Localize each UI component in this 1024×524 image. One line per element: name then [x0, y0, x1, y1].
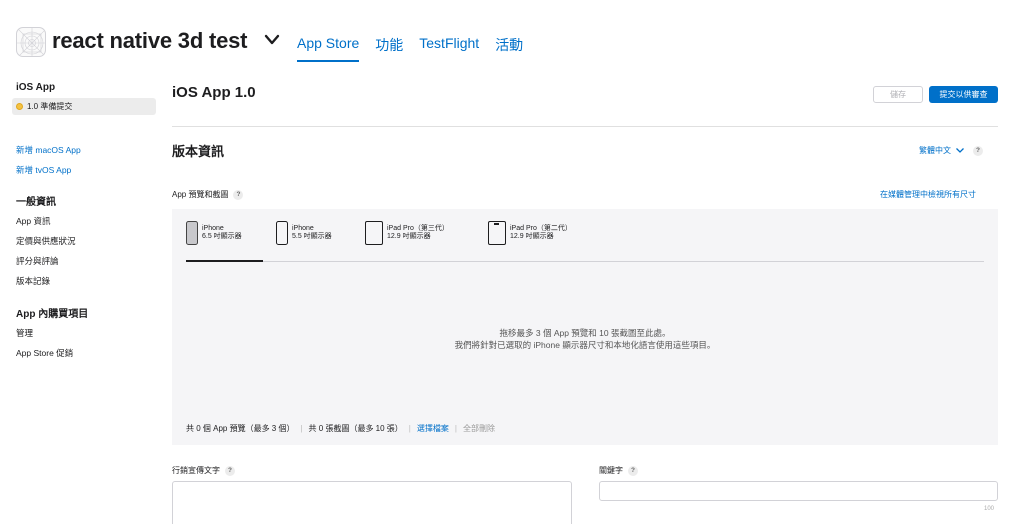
language-select-value: 繁體中文	[919, 146, 951, 155]
device-tab-size: 12.9 吋顯示器	[510, 233, 554, 240]
device-tab-name: iPad Pro（第二代）	[510, 224, 572, 232]
choose-file-link[interactable]: 選擇檔案	[417, 423, 449, 434]
device-tabs: iPhone 6.5 吋顯示器 iPhone 5.5 吋顯示器 iPad Pro…	[186, 209, 984, 262]
promo-text-label: 行銷宣傳文字 ?	[172, 465, 235, 476]
sidebar-item-promotions[interactable]: App Store 促銷	[16, 347, 158, 359]
promo-text-field[interactable]	[172, 481, 572, 524]
iphone-modern-icon	[186, 221, 198, 245]
sidebar-heading-ios-app: iOS App	[16, 82, 56, 93]
top-tabs: App Store 功能 TestFlight 活動	[297, 35, 523, 62]
top-header: react native 3d test App Store 功能 TestFl…	[0, 0, 1024, 62]
screenshot-drop-zone[interactable]: iPhone 6.5 吋顯示器 iPhone 5.5 吋顯示器 iPad Pro…	[172, 209, 998, 445]
sidebar-item-version-label: 1.0 準備提交	[27, 102, 73, 111]
chevron-down-icon[interactable]	[263, 33, 281, 47]
status-dot-icon	[16, 103, 23, 110]
view-all-sizes-link[interactable]: 在媒體管理中檢視所有尺寸	[880, 189, 976, 200]
help-icon[interactable]: ?	[628, 465, 638, 476]
sidebar-item-manage[interactable]: 管理	[16, 327, 158, 339]
device-tab-iphone-65[interactable]: iPhone 6.5 吋顯示器	[186, 221, 242, 245]
ipad-pro-2-icon	[488, 221, 506, 245]
separator: |	[408, 424, 411, 433]
help-icon[interactable]: ?	[225, 465, 235, 476]
promo-text-label-text: 行銷宣傳文字	[172, 466, 220, 475]
divider	[172, 126, 998, 127]
tab-features[interactable]: 功能	[375, 35, 403, 62]
iphone-classic-icon	[276, 221, 288, 245]
device-tab-iphone-55[interactable]: iPhone 5.5 吋顯示器	[276, 221, 332, 245]
preview-count: 共 0 個 App 預覽（最多 3 個）	[186, 424, 295, 433]
page-title: iOS App 1.0	[172, 84, 256, 101]
sidebar: iOS App 1.0 準備提交 新增 macOS App 新增 tvOS Ap…	[12, 82, 158, 359]
add-macos-app-link[interactable]: 新增 macOS App	[16, 144, 158, 156]
drop-instructions: 拖移最多 3 個 App 預覽和 10 張截圖至此處。 我們將針對已選取的 iP…	[172, 327, 998, 351]
keywords-label-text: 關鍵字	[599, 466, 623, 475]
sidebar-heading-iap: App 內購買項目	[16, 309, 89, 320]
sidebar-item-app-info[interactable]: App 資訊	[16, 215, 158, 227]
preview-label: App 預覽和截圖 ?	[172, 189, 244, 200]
keywords-label: 關鍵字 ?	[599, 465, 638, 476]
device-tab-size: 5.5 吋顯示器	[292, 233, 332, 240]
keywords-field[interactable]	[599, 481, 998, 501]
submit-for-review-button[interactable]: 提交以供審查	[929, 86, 998, 103]
tab-app-store[interactable]: App Store	[297, 35, 360, 62]
drop-instructions-line1: 拖移最多 3 個 App 預覽和 10 張截圖至此處。	[499, 328, 671, 338]
help-icon[interactable]: ?	[233, 189, 244, 200]
separator: |	[300, 424, 303, 433]
sidebar-item-version-history[interactable]: 版本記錄	[16, 275, 158, 287]
screenshot-count: 共 0 張截圖（最多 10 張）	[308, 424, 403, 433]
help-icon[interactable]: ?	[973, 145, 983, 156]
drop-instructions-line2: 我們將針對已選取的 iPhone 顯示器尺寸和本地化語言使用這些項目。	[454, 340, 716, 350]
language-select[interactable]: 繁體中文 ?	[919, 145, 983, 156]
preview-label-text: App 預覽和截圖	[172, 190, 229, 199]
device-tab-name: iPhone	[292, 224, 314, 232]
device-tab-name: iPad Pro（第三代）	[387, 224, 449, 232]
delete-all-link[interactable]: 全部刪除	[463, 423, 495, 434]
add-tvos-app-link[interactable]: 新增 tvOS App	[16, 164, 158, 176]
app-title[interactable]: react native 3d test	[52, 28, 248, 54]
app-icon[interactable]	[16, 27, 46, 57]
device-tab-name: iPhone	[202, 224, 224, 232]
tab-testflight[interactable]: TestFlight	[419, 35, 479, 62]
sidebar-item-pricing[interactable]: 定價與供應狀況	[16, 235, 158, 247]
sidebar-heading-general: 一般資訊	[16, 197, 56, 208]
keywords-char-count: 100	[984, 506, 995, 512]
device-tab-ipad-pro-2[interactable]: iPad Pro（第二代） 12.9 吋顯示器	[488, 221, 572, 245]
chevron-down-icon	[956, 148, 964, 153]
active-tab-indicator	[186, 260, 263, 262]
tab-activity[interactable]: 活動	[495, 35, 523, 62]
media-count-bar: 共 0 個 App 預覽（最多 3 個） | 共 0 張截圖（最多 10 張） …	[186, 423, 495, 434]
device-tab-size: 12.9 吋顯示器	[387, 233, 431, 240]
device-tab-size: 6.5 吋顯示器	[202, 233, 242, 240]
save-button[interactable]: 儲存	[873, 86, 923, 103]
sidebar-item-version[interactable]: 1.0 準備提交	[12, 98, 156, 115]
section-title: 版本資訊	[172, 144, 225, 159]
ipad-pro-3-icon	[365, 221, 383, 245]
sidebar-item-ratings[interactable]: 評分與評論	[16, 255, 158, 267]
device-tab-ipad-pro-3[interactable]: iPad Pro（第三代） 12.9 吋顯示器	[365, 221, 449, 245]
separator: |	[454, 424, 457, 433]
